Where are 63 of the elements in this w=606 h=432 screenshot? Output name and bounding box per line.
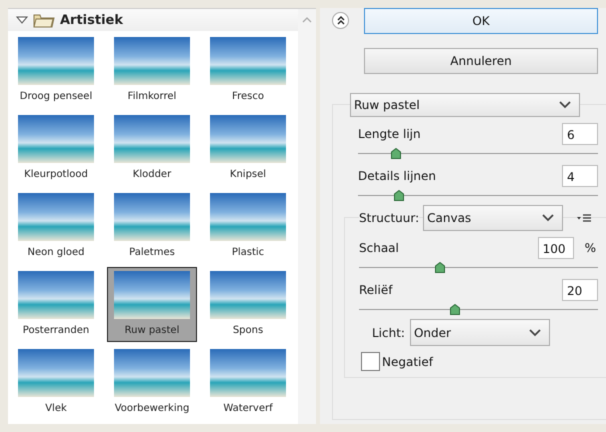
- category-label: Artistiek: [60, 12, 124, 28]
- unit-label: %: [584, 241, 596, 255]
- filter-label: Fresco: [232, 91, 264, 102]
- texture-label: Structuur:: [359, 211, 420, 225]
- filter-label: Filmkorrel: [128, 91, 176, 102]
- filter-label: Knipsel: [230, 169, 266, 180]
- checkbox-label: Negatief: [382, 354, 433, 368]
- scroll-up-icon: [302, 17, 312, 23]
- double-chevron-up-icon: [336, 16, 344, 25]
- filter-thumbnail[interactable]: Paletmes: [107, 189, 197, 264]
- filter-thumbnail[interactable]: Spons: [203, 267, 293, 342]
- filter-thumbnail[interactable]: Knipsel: [203, 111, 293, 186]
- dropdown[interactable]: Onder: [410, 319, 550, 346]
- light-label: Licht:: [372, 326, 405, 340]
- dropdown[interactable]: Canvas: [423, 205, 564, 231]
- dropdown[interactable]: Ruw pastel: [350, 93, 580, 117]
- chevron-down-icon: [528, 328, 541, 336]
- value-field[interactable]: 4: [562, 165, 598, 187]
- filter-label: Waterverf: [223, 403, 273, 414]
- slider-label: Details lijnen: [358, 169, 436, 183]
- collapse-button[interactable]: [332, 12, 349, 29]
- filter-label: Neon gloed: [27, 247, 84, 258]
- checkbox[interactable]: [361, 352, 380, 371]
- filter-thumbnail[interactable]: Kleurpotlood: [11, 111, 101, 186]
- slider-label: Reliëf: [359, 283, 392, 297]
- filter-label: Posterranden: [22, 325, 90, 336]
- filter-label: Spons: [232, 325, 264, 336]
- slider-label: Lengte lijn: [358, 127, 421, 141]
- scrollbar[interactable]: [298, 8, 316, 424]
- slider-thumb[interactable]: [450, 304, 460, 315]
- value-field[interactable]: 20: [562, 279, 598, 301]
- filter-thumbnail[interactable]: Filmkorrel: [107, 33, 197, 108]
- filter-thumbnail[interactable]: Voorbewerking: [107, 345, 197, 420]
- slider-thumb[interactable]: [394, 190, 404, 201]
- filter-label: Plastic: [232, 247, 264, 258]
- value-field[interactable]: 100: [538, 237, 574, 259]
- filter-thumbnail[interactable]: Droog penseel: [11, 33, 101, 108]
- menu-icon: [577, 214, 592, 222]
- slider-thumb[interactable]: [435, 262, 446, 273]
- filter-thumbnail[interactable]: Vlek: [11, 345, 101, 420]
- filter-label: Voorbewerking: [114, 403, 190, 414]
- filter-label: Kleurpotlood: [24, 169, 88, 180]
- category-header[interactable]: Artistiek: [8, 9, 298, 31]
- cancel-button[interactable]: Annuleren: [364, 48, 598, 74]
- filter-thumbnail[interactable]: Fresco: [203, 33, 293, 108]
- slider-label: Schaal: [359, 241, 399, 255]
- folder-icon: [33, 12, 55, 28]
- filter-label: Ruw pastel: [124, 325, 180, 336]
- filter-thumbnail[interactable]: Posterranden: [11, 267, 101, 342]
- filter-thumbnail[interactable]: Neon gloed: [11, 189, 101, 264]
- value-field[interactable]: 6: [562, 123, 598, 145]
- filter-label: Paletmes: [129, 247, 175, 258]
- filter-thumbnail[interactable]: Waterverf: [203, 345, 293, 420]
- filter-thumbnail[interactable]: Plastic: [203, 189, 293, 264]
- chevron-down-icon: [542, 214, 554, 222]
- slider-thumb[interactable]: [391, 148, 402, 159]
- ok-button[interactable]: OK: [364, 8, 598, 34]
- chevron-down-icon: [559, 101, 571, 109]
- filter-thumbnail[interactable]: Klodder: [107, 111, 197, 186]
- filter-label: Vlek: [45, 403, 67, 414]
- filter-label: Droog penseel: [20, 91, 92, 102]
- filter-thumbnail[interactable]: Ruw pastel: [107, 267, 197, 342]
- filter-label: Klodder: [132, 169, 172, 180]
